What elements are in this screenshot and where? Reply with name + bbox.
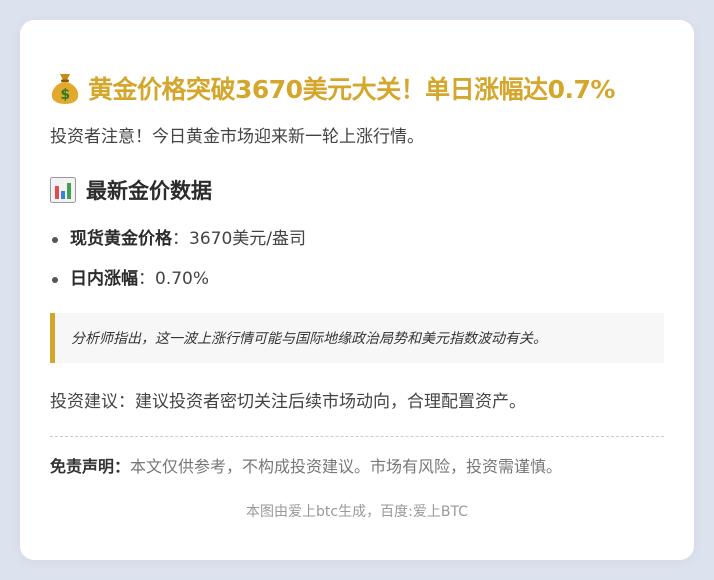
fact-separator: ： [138,269,155,289]
bar-chart-icon [50,177,76,203]
article-card: $ 黄金价格突破3670美元大关！单日涨幅达0.7% 投资者注意！今日黄金市场迎… [20,20,694,560]
intro-text: 投资者注意！今日黄金市场迎来新一轮上涨行情。 [50,127,424,147]
fact-separator: ： [172,229,189,249]
facts-list: 现货黄金价格：3670美元/盎司 日内涨幅：0.70% [50,219,664,299]
fact-value: 3670美元/盎司 [189,229,306,249]
svg-text:$: $ [60,87,69,103]
fact-value: 0.70% [155,269,210,289]
section-heading: 最新金价数据 [50,175,664,205]
divider [50,436,664,437]
footer-credit: 本图由爱上btc生成，百度:爱上BTC [246,504,468,520]
list-item: 日内涨幅：0.70% [50,259,664,299]
money-bag-icon: $ [51,74,79,104]
analyst-quote: 分析师指出，这一波上涨行情可能与国际地缘政治局势和美元指数波动有关。 [50,313,664,363]
fact-label: 现货黄金价格 [70,229,172,249]
section-title: 最新金价数据 [86,179,212,203]
fact-label: 日内涨幅 [70,269,138,289]
disclaimer-label: 免责声明： [50,457,131,476]
list-item: 现货黄金价格：3670美元/盎司 [50,219,664,259]
disclaimer-text: 本文仅供参考，不构成投资建议。市场有风险，投资需谨慎。 [130,457,563,476]
title-text: 黄金价格突破3670美元大关！单日涨幅达0.7% [88,75,615,104]
advice-text: 投资建议：建议投资者密切关注后续市场动向，合理配置资产。 [50,392,526,412]
article-title: $ 黄金价格突破3670美元大关！单日涨幅达0.7% [50,68,664,108]
disclaimer: 免责声明：本文仅供参考，不构成投资建议。市场有风险，投资需谨慎。 [50,453,664,477]
